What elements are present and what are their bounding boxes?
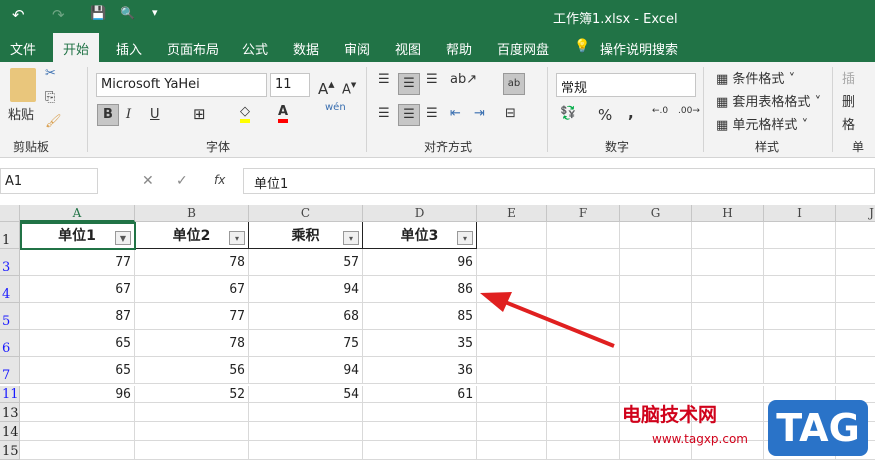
watermark-url: www.tagxp.com <box>652 432 748 446</box>
annotation-arrow <box>480 292 615 348</box>
watermark-site: 电脑技术网 <box>622 404 718 426</box>
watermark-logo: TAG <box>768 400 868 456</box>
